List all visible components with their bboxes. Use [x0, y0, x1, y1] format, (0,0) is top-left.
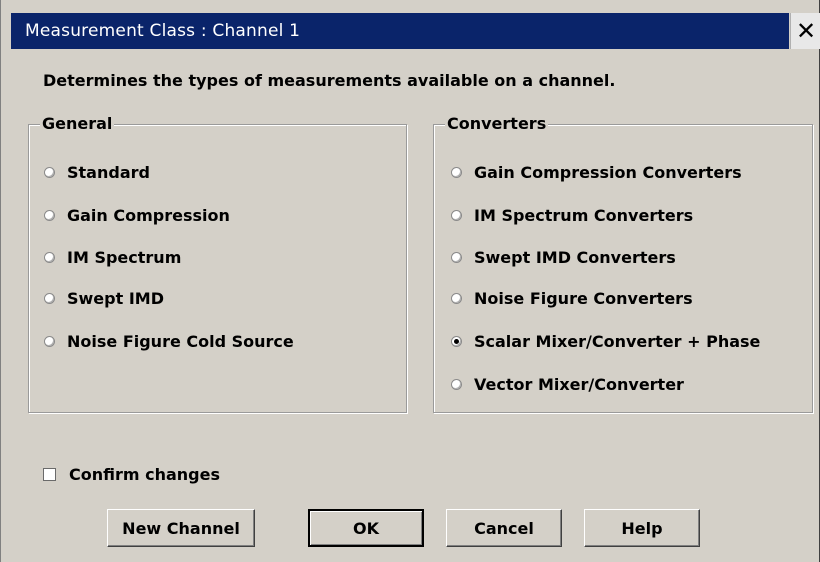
radio-button[interactable]	[44, 166, 55, 178]
radio-label: Noise Figure Converters	[474, 288, 693, 308]
radio-button-selected[interactable]	[451, 335, 462, 347]
radio-button[interactable]	[44, 335, 55, 347]
radio-label: IM Spectrum Converters	[474, 205, 694, 225]
radio-label: Vector Mixer/Converter	[474, 374, 684, 394]
new-channel-button[interactable]: New Channel	[107, 509, 255, 547]
title-bar[interactable]: Measurement Class : Channel 1	[11, 13, 789, 49]
help-button[interactable]: Help	[584, 509, 700, 547]
confirm-changes-label: Confirm changes	[69, 465, 221, 484]
radio-gain-compression[interactable]: Gain Compression	[44, 204, 230, 226]
confirm-changes-checkbox[interactable]	[43, 468, 56, 481]
confirm-changes-row[interactable]: Confirm changes	[43, 465, 220, 484]
converters-group-legend: Converters	[445, 114, 549, 133]
ok-button[interactable]: OK	[308, 509, 424, 547]
radio-label: Swept IMD	[67, 288, 164, 308]
general-group: General Standard Gain Compression IM Spe…	[28, 114, 407, 413]
radio-button[interactable]	[44, 292, 55, 304]
general-group-legend: General	[40, 114, 115, 133]
radio-button[interactable]	[451, 378, 462, 390]
radio-noise-figure-cold-source[interactable]: Noise Figure Cold Source	[44, 330, 294, 352]
radio-label: Swept IMD Converters	[474, 247, 676, 267]
radio-label: Gain Compression	[67, 205, 230, 225]
radio-button[interactable]	[44, 251, 55, 263]
window-title: Measurement Class : Channel 1	[25, 21, 301, 41]
radio-button[interactable]	[451, 209, 462, 221]
radio-gain-compression-converters[interactable]: Gain Compression Converters	[451, 161, 742, 183]
close-icon: ✕	[795, 17, 817, 45]
radio-swept-imd[interactable]: Swept IMD	[44, 287, 164, 309]
radio-im-spectrum[interactable]: IM Spectrum	[44, 246, 181, 268]
radio-button[interactable]	[451, 292, 462, 304]
radio-im-spectrum-converters[interactable]: IM Spectrum Converters	[451, 204, 693, 226]
radio-label: Scalar Mixer/Converter + Phase	[474, 331, 761, 351]
radio-scalar-mixer-converter-phase[interactable]: Scalar Mixer/Converter + Phase	[451, 330, 760, 352]
radio-button[interactable]	[451, 166, 462, 178]
radio-button[interactable]	[44, 209, 55, 221]
radio-button[interactable]	[451, 251, 462, 263]
cancel-button[interactable]: Cancel	[446, 509, 562, 547]
dialog-description: Determines the types of measurements ava…	[43, 71, 616, 90]
radio-swept-imd-converters[interactable]: Swept IMD Converters	[451, 246, 676, 268]
radio-noise-figure-converters[interactable]: Noise Figure Converters	[451, 287, 693, 309]
radio-label: Standard	[67, 162, 150, 182]
radio-label: Gain Compression Converters	[474, 162, 742, 182]
radio-label: Noise Figure Cold Source	[67, 331, 294, 351]
radio-label: IM Spectrum	[67, 247, 182, 267]
close-button[interactable]: ✕	[790, 13, 820, 49]
measurement-class-dialog: Measurement Class : Channel 1 ✕ Determin…	[0, 0, 820, 562]
radio-vector-mixer-converter[interactable]: Vector Mixer/Converter	[451, 373, 684, 395]
radio-standard[interactable]: Standard	[44, 161, 150, 183]
converters-group: Converters Gain Compression Converters I…	[433, 114, 813, 413]
